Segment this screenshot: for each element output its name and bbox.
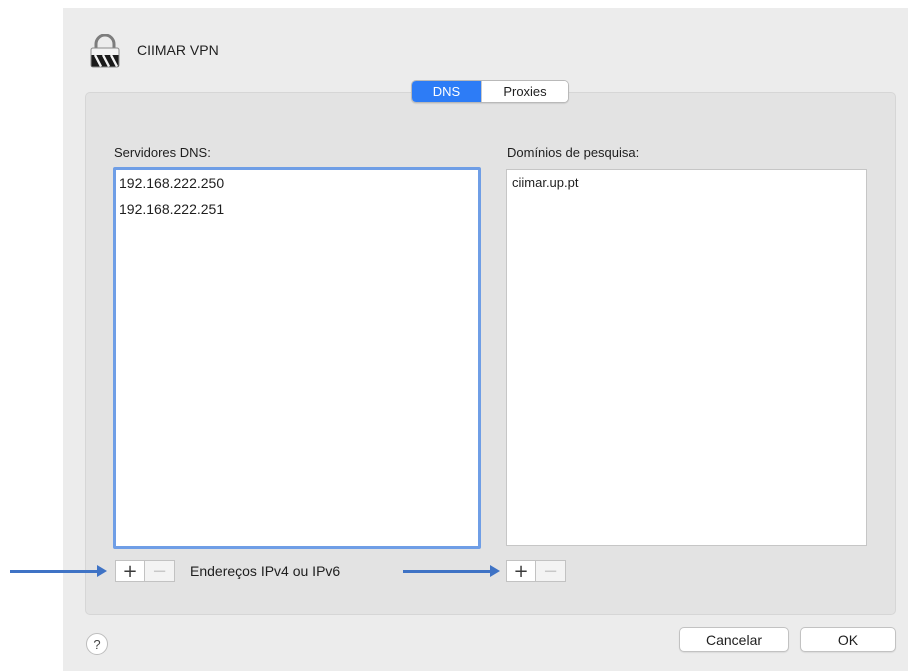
- dns-servers-add-remove: + −: [115, 560, 175, 582]
- annotation-arrow-icon: [403, 565, 500, 577]
- ok-button[interactable]: OK: [800, 627, 896, 652]
- dns-servers-list[interactable]: 192.168.222.250 192.168.222.251: [113, 167, 481, 549]
- tab-dns[interactable]: DNS: [412, 81, 481, 102]
- search-domains-add-remove: + −: [506, 560, 566, 582]
- list-item[interactable]: 192.168.222.250: [116, 170, 478, 196]
- cancel-button[interactable]: Cancelar: [679, 627, 789, 652]
- remove-dns-server-button[interactable]: −: [145, 560, 175, 582]
- help-button[interactable]: ?: [86, 633, 108, 655]
- dns-servers-label: Servidores DNS:: [114, 145, 211, 160]
- list-item[interactable]: 192.168.222.251: [116, 196, 478, 222]
- add-dns-server-button[interactable]: +: [115, 560, 145, 582]
- search-domains-label: Domínios de pesquisa:: [507, 145, 640, 160]
- window-title: CIIMAR VPN: [137, 42, 219, 58]
- vpn-lock-icon: [90, 34, 120, 68]
- tab-proxies[interactable]: Proxies: [481, 81, 568, 102]
- ipv4-ipv6-hint: Endereços IPv4 ou IPv6: [190, 563, 341, 579]
- search-domains-list[interactable]: ciimar.up.pt: [506, 169, 867, 546]
- add-search-domain-button[interactable]: +: [506, 560, 536, 582]
- list-item[interactable]: ciimar.up.pt: [507, 170, 866, 196]
- remove-search-domain-button[interactable]: −: [536, 560, 566, 582]
- tab-control: DNS Proxies: [411, 80, 569, 103]
- annotation-arrow-icon: [10, 565, 107, 577]
